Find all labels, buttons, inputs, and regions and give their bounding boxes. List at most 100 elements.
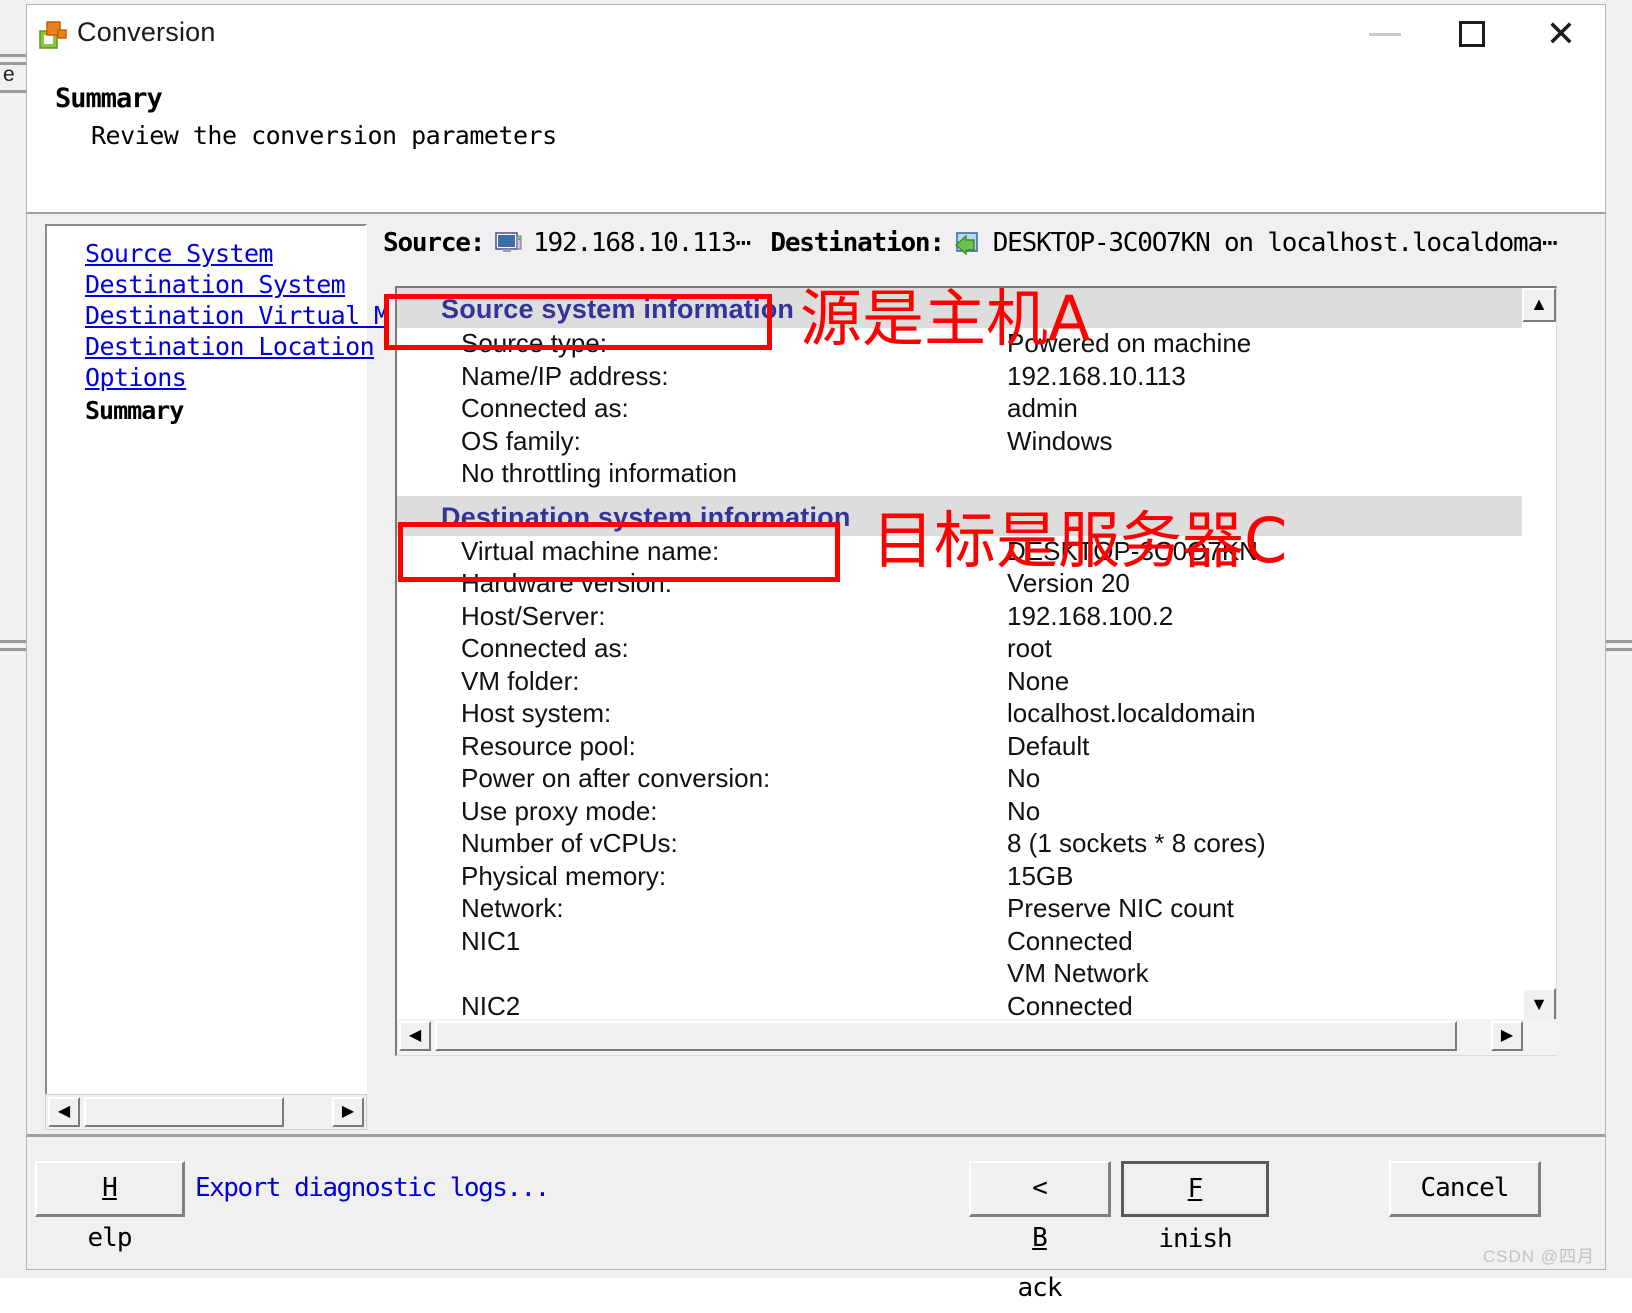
cancel-button[interactable]: Cancel [1389, 1161, 1541, 1217]
row-key: Power on after conversion: [461, 763, 771, 793]
back-rest: ack [1017, 1273, 1063, 1303]
help-rest: elp [87, 1223, 133, 1253]
row-key: Connected as: [461, 633, 629, 663]
summary-content-box: Source system information Source type: P… [395, 286, 1559, 1056]
sidebar-item-destination-system[interactable]: Destination System [85, 269, 365, 300]
finish-button[interactable]: Finish [1121, 1161, 1269, 1254]
row-value: No [1007, 763, 1041, 793]
help-button[interactable]: Help [35, 1161, 185, 1253]
background-window-left-edge: e [0, 0, 26, 1278]
table-row: Physical memory: 15GB [397, 861, 1525, 894]
background-divider [0, 648, 26, 651]
table-row: NIC1 Connected [397, 926, 1525, 959]
sidebar-scroll-thumb[interactable] [84, 1097, 284, 1127]
wizard-step-list: Source System Destination System Destina… [45, 224, 389, 1096]
row-key: Resource pool: [461, 730, 636, 761]
sidebar-item-options[interactable]: Options [85, 362, 365, 393]
minimize-button[interactable] [1341, 5, 1429, 63]
row-key: VM folder: [461, 665, 580, 696]
table-row: Number of vCPUs: 8 (1 sockets * 8 cores) [397, 828, 1525, 861]
maximize-button[interactable] [1429, 5, 1517, 63]
destination-label: Destination: [770, 228, 945, 258]
hscroll-left-button[interactable]: ◀ [399, 1021, 431, 1051]
page-subtitle: Review the conversion parameters [91, 121, 557, 150]
row-key: Name/IP address: [461, 360, 669, 391]
cancel-label: Cancel [1420, 1173, 1510, 1203]
table-row: Resource pool: Default [397, 731, 1525, 764]
background-divider [0, 640, 26, 643]
vertical-scroll-track[interactable] [1522, 322, 1556, 988]
row-value: Default [1007, 730, 1090, 761]
sidebar-item-destination-virtual-machine[interactable]: Destination Virtual M [85, 300, 389, 331]
table-row: OS family: Windows [397, 426, 1525, 459]
table-row: No throttling information [397, 458, 1525, 491]
background-divider [0, 90, 26, 93]
source-section-title: Source system information [441, 294, 795, 324]
row-value: Connected [1007, 925, 1133, 956]
row-key: NIC2 [461, 990, 521, 1021]
row-value: None [1007, 665, 1070, 696]
sidebar-item-summary: Summary [85, 396, 184, 425]
table-row: Power on after conversion: No [397, 763, 1525, 796]
scroll-down-button[interactable]: ▼ [1522, 988, 1556, 1022]
chevron-down-icon: ▼ [1530, 994, 1548, 1014]
conversion-dialog: Conversion ✕ Summary Review the conversi… [26, 4, 1606, 1303]
row-key: Network: [461, 893, 564, 923]
content-vertical-scrollbar[interactable]: ▲ ▼ [1522, 288, 1556, 1022]
scroll-up-button[interactable]: ▲ [1522, 288, 1556, 322]
help-accel: H [102, 1173, 118, 1203]
source-value: 192.168.10.113⋯ [533, 228, 751, 258]
sidebar-item-source-system[interactable]: Source System [85, 238, 365, 269]
background-text-fragment: e [3, 63, 15, 86]
destination-rows: Virtual machine name: DESKTOP-3C0O7KN Ha… [397, 536, 1525, 1023]
hscroll-right-button[interactable]: ▶ [1491, 1021, 1523, 1051]
row-key: Use proxy mode: [461, 795, 658, 826]
background-window-right-edge [1606, 0, 1632, 1278]
destination-value: DESKTOP-3C0O7KN on localhost.localdoma⋯ [992, 228, 1558, 258]
table-row: Network: Preserve NIC count [397, 893, 1525, 926]
background-divider [1606, 648, 1632, 651]
row-key: No throttling information [461, 458, 738, 488]
row-value: admin [1007, 393, 1078, 423]
table-row: Connected as: admin [397, 393, 1525, 426]
vm-import-icon [954, 231, 982, 256]
row-value: Windows [1007, 425, 1113, 456]
window-title: Conversion [77, 17, 216, 47]
sidebar-horizontal-scrollbar[interactable]: ◀ ▶ [45, 1094, 367, 1130]
table-row: VM Network [397, 958, 1525, 991]
sidebar-item-destination-location[interactable]: Destination Location [85, 331, 375, 362]
row-value: 15GB [1007, 860, 1074, 891]
row-key: Source type: [461, 328, 607, 358]
table-row: Host system: localhost.localdomain [397, 698, 1525, 731]
table-row: Use proxy mode: No [397, 796, 1525, 829]
annotation-text-source: 源是主机A [800, 282, 1091, 355]
table-row: Connected as: root [397, 633, 1525, 666]
source-label: Source: [383, 228, 485, 258]
row-value: 192.168.100.2 [1007, 600, 1174, 631]
row-value: No [1007, 795, 1041, 826]
row-value: localhost.localdomain [1007, 698, 1256, 728]
back-button[interactable]: < Back [969, 1161, 1111, 1303]
row-key: Host system: [461, 698, 612, 728]
row-key: Hardware version: [461, 568, 672, 598]
background-divider [1606, 640, 1632, 643]
annotation-text-destination: 目标是服务器C [872, 504, 1288, 577]
sidebar-scroll-right-button[interactable]: ▶ [332, 1097, 364, 1127]
close-button[interactable]: ✕ [1517, 5, 1605, 63]
table-row: VM folder: None [397, 666, 1525, 699]
table-row: Host/Server: 192.168.100.2 [397, 601, 1525, 634]
minimize-icon [1369, 33, 1401, 36]
sidebar-scroll-left-button[interactable]: ◀ [48, 1097, 80, 1127]
hscroll-thumb[interactable] [435, 1021, 1457, 1051]
row-key: Number of vCPUs: [461, 828, 678, 858]
conversion-app-icon [39, 21, 67, 49]
export-diagnostic-logs-link[interactable]: Export diagnostic logs... [195, 1173, 550, 1203]
content-horizontal-scrollbar[interactable]: ◀ ▶ [397, 1019, 1559, 1055]
chevron-left-icon: ◀ [57, 1103, 71, 1120]
row-value: Connected [1007, 990, 1133, 1021]
summary-scroll-view: Source system information Source type: P… [397, 288, 1525, 1022]
context-bar: Source: 192.168.10.113⋯ Destination: DES… [383, 228, 1587, 274]
row-value: 192.168.10.113 [1007, 360, 1186, 391]
background-divider [0, 54, 26, 57]
chevron-right-icon: ▶ [1500, 1027, 1514, 1044]
